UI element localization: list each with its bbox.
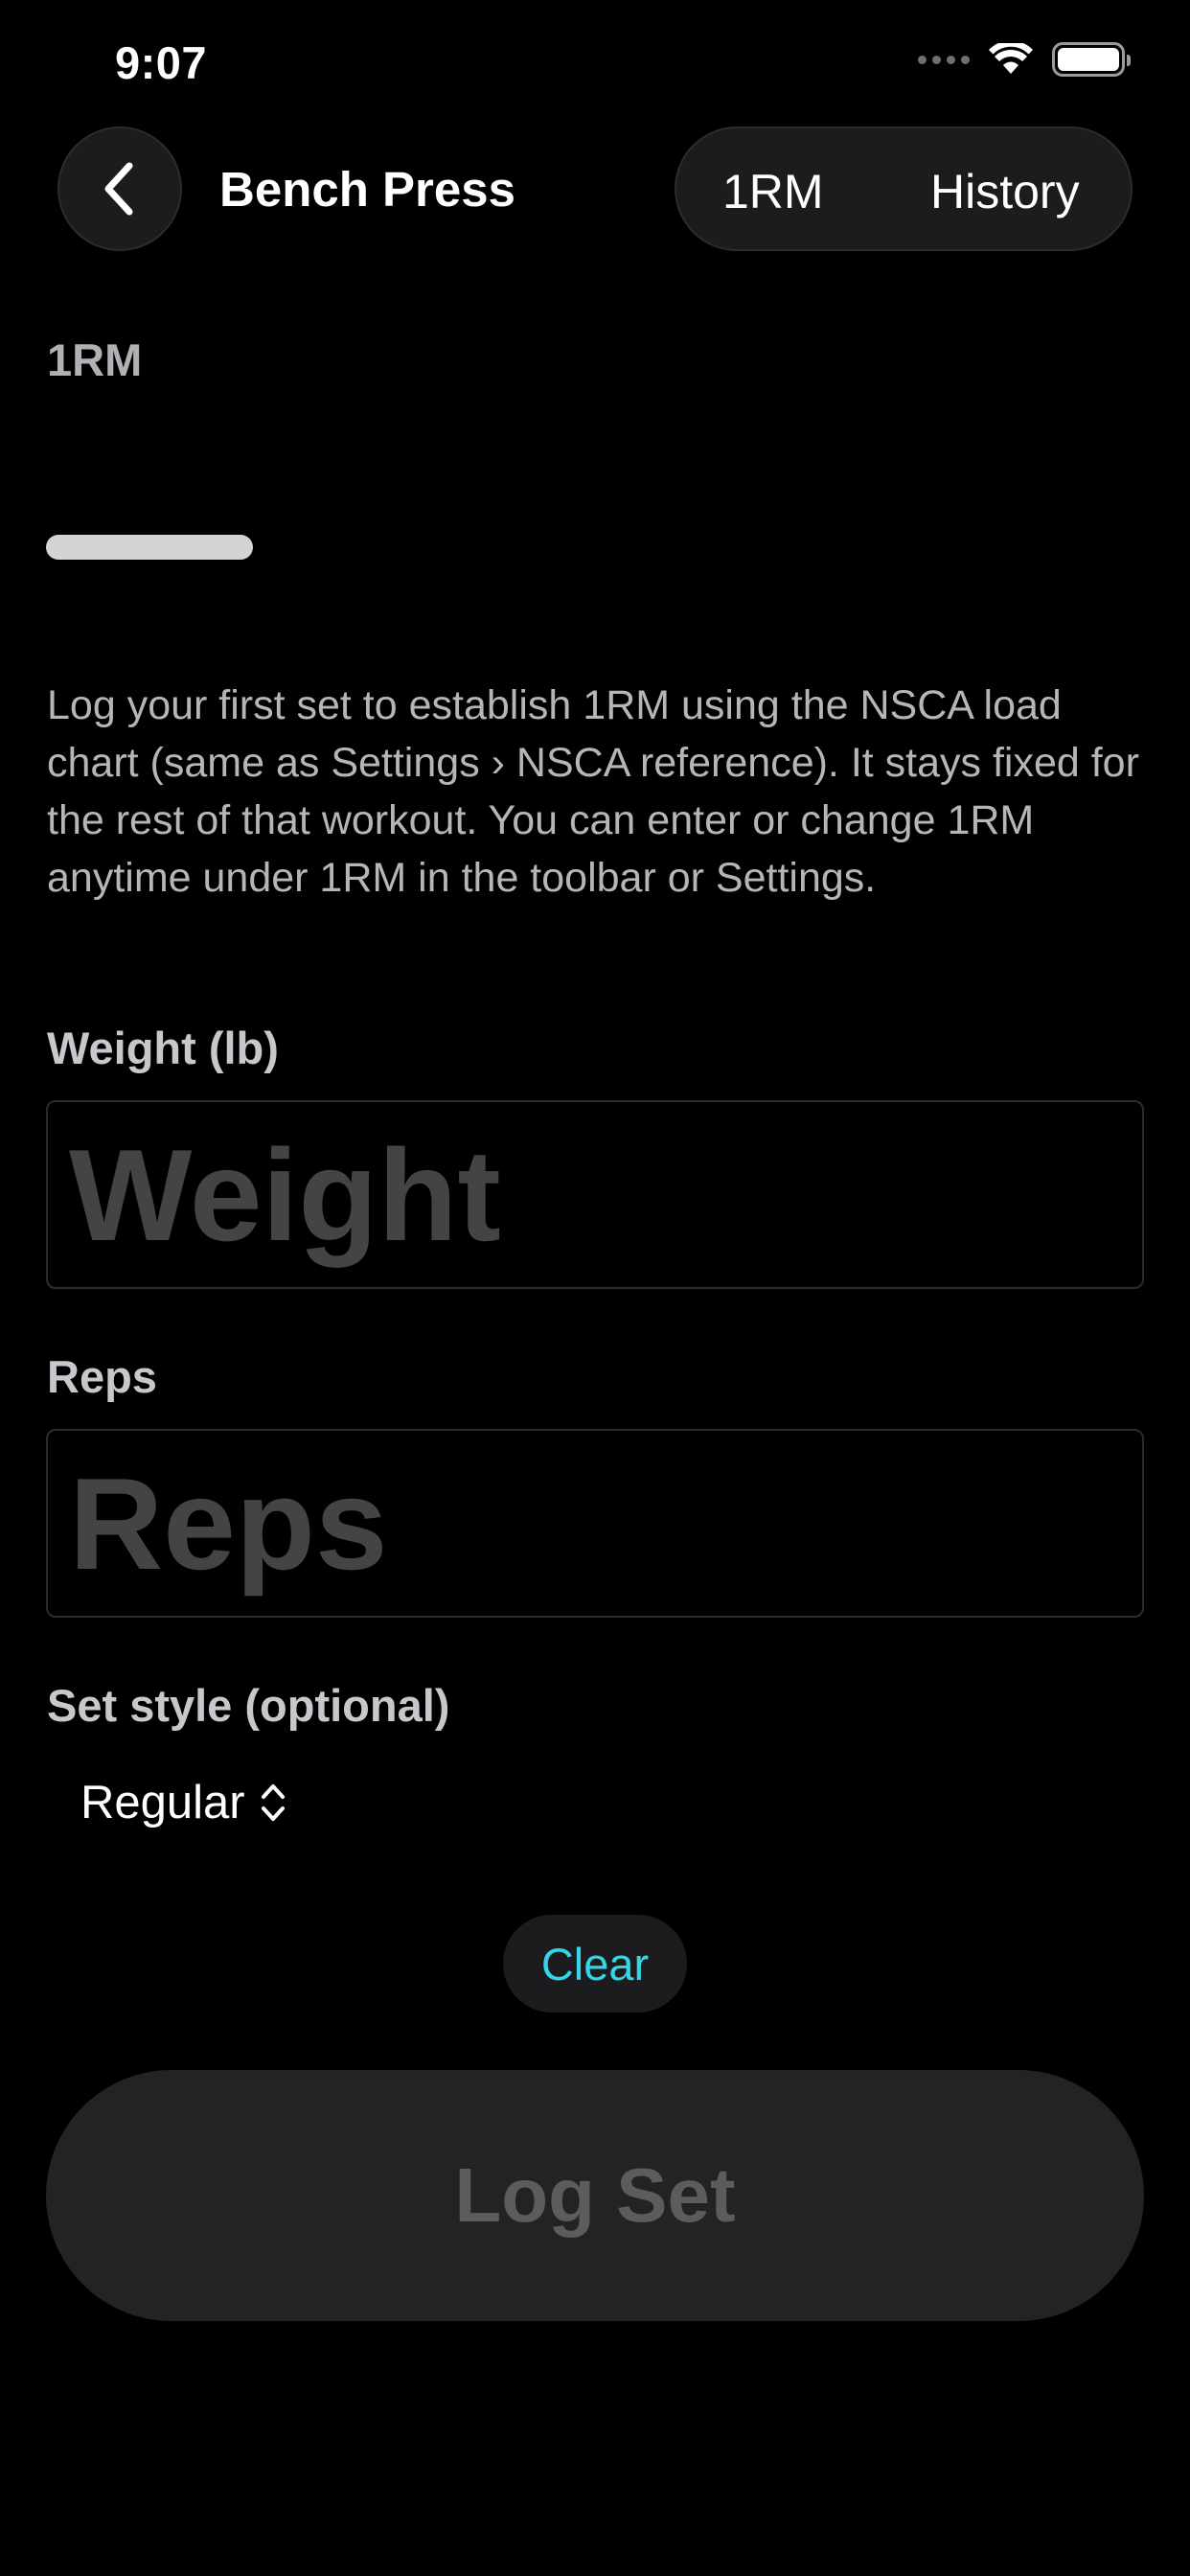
status-time: 9:07	[115, 37, 208, 88]
chevron-up-down-icon	[261, 1784, 285, 1821]
weight-label: Weight (lb)	[47, 1023, 279, 1073]
battery-icon	[1052, 42, 1131, 77]
segmented-control: 1RM History	[675, 126, 1133, 251]
segment-history[interactable]: History	[930, 164, 1080, 219]
page-title: Bench Press	[219, 162, 515, 217]
set-style-value: Regular	[80, 1777, 245, 1828]
set-style-picker[interactable]: Regular	[80, 1776, 287, 1829]
reps-label: Reps	[47, 1351, 157, 1402]
weight-field-container	[46, 1100, 1144, 1289]
status-icons	[918, 42, 1131, 77]
cellular-signal-icon	[918, 55, 970, 64]
set-style-label: Set style (optional)	[47, 1680, 450, 1731]
reps-input[interactable]	[69, 1431, 1142, 1616]
chevron-left-icon	[104, 162, 133, 216]
screen: 9:07 Bench Press 1RM History 1RM Log you…	[0, 0, 1190, 2576]
wifi-icon	[989, 43, 1033, 74]
segment-1rm[interactable]: 1RM	[722, 164, 824, 219]
back-button[interactable]	[57, 126, 182, 251]
weight-input[interactable]	[69, 1102, 1142, 1287]
one-rm-description: Log your first set to establish 1RM usin…	[47, 682, 1139, 901]
one-rm-value-placeholder	[46, 535, 253, 560]
one-rm-label: 1RM	[47, 334, 143, 385]
log-set-button[interactable]: Log Set	[46, 2070, 1144, 2321]
reps-field-container	[46, 1429, 1144, 1618]
clear-button[interactable]: Clear	[503, 1915, 687, 2012]
